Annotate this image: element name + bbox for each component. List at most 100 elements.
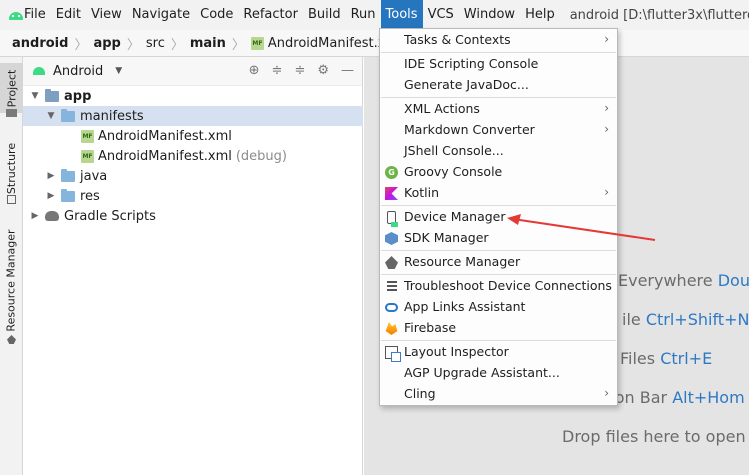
tab-project[interactable]: Project: [0, 63, 23, 113]
tools-menu: Tasks & Contexts › IDE Scripting Console…: [379, 28, 618, 406]
menu-window[interactable]: Window: [459, 0, 520, 30]
tree-item-label: AndroidManifest.xml: [98, 148, 232, 164]
menu-item-label: IDE Scripting Console: [404, 56, 539, 71]
collapse-all-icon[interactable]: ≑: [294, 63, 305, 78]
tab-structure[interactable]: Structure: [0, 133, 23, 203]
hint-text: ile: [622, 310, 646, 329]
tree-item-manifest-file[interactable]: MF AndroidManifest.xml: [23, 126, 363, 146]
android-icon: [33, 67, 45, 75]
hint-recent-files: Files Ctrl+E: [620, 349, 712, 368]
hint-text: Files: [620, 349, 661, 368]
menu-separator: [381, 52, 616, 53]
minimize-icon[interactable]: —: [341, 63, 354, 78]
menu-item-xml-actions[interactable]: XML Actions ›: [380, 99, 617, 120]
hint-drop-files: Drop files here to open t: [562, 427, 749, 446]
menu-item-groovy-console[interactable]: G Groovy Console: [380, 162, 617, 183]
tree-item-gradle-scripts[interactable]: ▶ Gradle Scripts: [23, 206, 363, 226]
menu-file[interactable]: File: [19, 0, 51, 30]
chevron-down-icon[interactable]: ▼: [115, 66, 122, 76]
menu-item-sdk-manager[interactable]: SDK Manager: [380, 228, 617, 249]
project-panel: Android ▼ ⊕ ≑ ≑ ⚙ — ▼ app ▼ manifests MF…: [23, 57, 363, 475]
menu-view[interactable]: View: [86, 0, 127, 30]
tab-project-label: Project: [5, 69, 19, 107]
structure-icon: [7, 195, 16, 204]
view-selector[interactable]: Android: [53, 64, 103, 79]
tree-item-label: AndroidManifest.xml: [98, 128, 232, 144]
menu-item-label: Device Manager: [404, 209, 506, 224]
menu-item-resource-manager[interactable]: Resource Manager: [380, 252, 617, 273]
menu-item-label: Cling: [404, 386, 436, 401]
menu-item-layout-inspector[interactable]: Layout Inspector: [380, 342, 617, 363]
tree-item-label: java: [80, 168, 108, 184]
breadcrumb-android[interactable]: android: [12, 36, 68, 51]
tree-item-label: manifests: [80, 108, 144, 124]
chevron-down-icon[interactable]: ▼: [45, 111, 57, 121]
menu-tools[interactable]: Tools: [380, 0, 423, 30]
manifest-file-icon: MF: [81, 149, 94, 163]
menu-item-troubleshoot-device-connections[interactable]: Troubleshoot Device Connections: [380, 276, 617, 297]
breadcrumb-src[interactable]: src: [146, 36, 165, 51]
menu-navigate[interactable]: Navigate: [127, 0, 195, 30]
device-manager-icon: [387, 211, 398, 227]
layout-inspector-icon: [385, 346, 401, 362]
tree-item-java[interactable]: ▶ java: [23, 166, 363, 186]
resource-manager-icon: [385, 256, 398, 269]
tree-item-app[interactable]: ▼ app: [23, 86, 363, 106]
menu-code[interactable]: Code: [195, 0, 238, 30]
menu-run[interactable]: Run: [346, 0, 381, 30]
menu-help[interactable]: Help: [520, 0, 560, 30]
menu-item-kotlin[interactable]: Kotlin ›: [380, 183, 617, 204]
menu-item-jshell-console[interactable]: JShell Console...: [380, 141, 617, 162]
chevron-right-icon: 〉: [170, 37, 184, 53]
menu-item-label: AGP Upgrade Assistant...: [404, 365, 560, 380]
menu-vcs[interactable]: VCS: [423, 0, 459, 30]
chevron-right-icon[interactable]: ▶: [45, 191, 57, 201]
folder-icon: [6, 109, 17, 117]
chevron-right-icon[interactable]: ▶: [29, 211, 41, 221]
menu-item-label: SDK Manager: [404, 230, 489, 245]
menu-item-label: Layout Inspector: [404, 344, 509, 359]
expand-all-icon[interactable]: ≑: [272, 63, 283, 78]
hint-shortcut: Ctrl+E: [660, 349, 713, 368]
window-title: android [D:\flutter3x\flutterde: [569, 7, 749, 23]
menu-item-generate-javadoc[interactable]: Generate JavaDoc...: [380, 75, 617, 96]
menu-item-app-links-assistant[interactable]: App Links Assistant: [380, 297, 617, 318]
gear-icon[interactable]: ⚙: [317, 63, 329, 78]
menu-separator: [381, 205, 616, 206]
tree-item-label: app: [64, 88, 92, 104]
locate-icon[interactable]: ⊕: [249, 63, 260, 78]
tab-structure-label: Structure: [5, 142, 19, 194]
menu-item-label: JShell Console...: [404, 143, 504, 158]
hint-shortcut: Doub: [717, 271, 749, 290]
menu-separator: [381, 97, 616, 98]
menu-separator: [381, 250, 616, 251]
breadcrumb-main[interactable]: main: [190, 36, 226, 51]
menu-item-label: Generate JavaDoc...: [404, 77, 529, 92]
tab-resource-manager[interactable]: Resource Manager: [0, 225, 23, 335]
tool-window-strip: Project Structure Resource Manager: [0, 57, 23, 475]
hint-text: Everywhere: [618, 271, 718, 290]
module-folder-icon: [45, 88, 59, 102]
menu-edit[interactable]: Edit: [51, 0, 86, 30]
menu-item-tasks-contexts[interactable]: Tasks & Contexts ›: [380, 30, 617, 51]
menu-item-markdown-converter[interactable]: Markdown Converter ›: [380, 120, 617, 141]
chevron-right-icon: 〉: [74, 37, 88, 53]
chevron-down-icon[interactable]: ▼: [29, 91, 41, 101]
chevron-right-icon[interactable]: ▶: [45, 171, 57, 181]
menu-item-cling[interactable]: Cling ›: [380, 384, 617, 405]
menu-item-agp-upgrade-assistant[interactable]: AGP Upgrade Assistant...: [380, 363, 617, 384]
tree-item-res[interactable]: ▶ res: [23, 186, 363, 206]
menu-refactor[interactable]: Refactor: [238, 0, 303, 30]
menu-item-device-manager[interactable]: Device Manager: [380, 207, 617, 228]
tree-item-manifests[interactable]: ▼ manifests: [23, 106, 363, 126]
menu-build[interactable]: Build: [303, 0, 346, 30]
menu-item-ide-scripting-console[interactable]: IDE Scripting Console: [380, 54, 617, 75]
groovy-icon: G: [385, 166, 398, 179]
breadcrumb-app[interactable]: app: [93, 36, 120, 51]
tab-resource-manager-label: Resource Manager: [5, 228, 19, 332]
tree-item-manifest-file-debug[interactable]: MF AndroidManifest.xml (debug): [23, 146, 363, 166]
menu-item-firebase[interactable]: Firebase: [380, 318, 617, 339]
menu-separator: [381, 340, 616, 341]
menu-item-label: XML Actions: [404, 101, 480, 116]
breadcrumb: android 〉 app 〉 src 〉 main 〉 MF AndroidM…: [0, 30, 749, 57]
